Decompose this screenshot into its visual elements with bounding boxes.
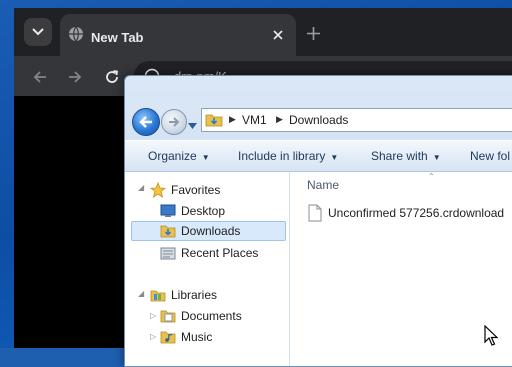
music-icon <box>159 329 177 345</box>
nav-music-label: Music <box>181 330 213 344</box>
explorer-window: ▶ VM1 ▶ Downloads Organize ▼ Include in l… <box>124 75 512 367</box>
nav-favorites[interactable]: Favorites <box>149 180 220 200</box>
close-tab-button[interactable] <box>268 25 288 45</box>
new-tab-button[interactable] <box>302 22 324 44</box>
explorer-back-button[interactable] <box>132 108 160 136</box>
nav-downloads[interactable]: Downloads <box>131 221 286 241</box>
nav-desktop-label: Desktop <box>181 204 226 218</box>
expand-arrow-icon[interactable]: ▷ <box>150 332 156 341</box>
tab-title: New Tab <box>91 30 144 45</box>
desktop-icon <box>159 203 177 219</box>
file-name: Unconfirmed 577256.crdownload <box>328 206 505 220</box>
include-in-library-button[interactable]: Include in library ▼ <box>238 149 338 163</box>
organize-label: Organize <box>148 149 197 163</box>
dropdown-caret-icon: ▼ <box>330 153 339 162</box>
nav-recent-places-label: Recent Places <box>181 246 259 260</box>
nav-favorites-label: Favorites <box>171 183 221 197</box>
dropdown-caret-icon: ▼ <box>201 153 210 162</box>
back-button[interactable] <box>29 66 51 88</box>
nav-libraries[interactable]: Libraries <box>149 285 217 305</box>
file-row[interactable]: Unconfirmed 577256.crdownload <box>307 203 504 223</box>
breadcrumb-separator-icon: ▶ <box>276 114 283 124</box>
reload-button[interactable] <box>101 66 123 88</box>
dropdown-caret-icon: ▼ <box>432 153 441 162</box>
mouse-cursor-icon <box>484 325 498 346</box>
nav-recent-places[interactable]: Recent Places <box>159 243 258 263</box>
nav-documents-label: Documents <box>181 309 242 323</box>
forward-button[interactable] <box>64 66 86 88</box>
close-icon <box>273 30 283 40</box>
explorer-address-bar[interactable]: ▶ VM1 ▶ Downloads <box>201 108 512 132</box>
reload-icon <box>106 70 119 83</box>
new-folder-button[interactable]: New fol <box>470 149 510 163</box>
name-column-header[interactable]: Name <box>307 178 339 192</box>
sort-ascending-icon: ⌃ <box>428 172 435 181</box>
command-bar: Organize ▼ Include in library ▼ Share with… <box>125 140 512 172</box>
tab-search-button[interactable] <box>24 18 52 46</box>
arrow-left-icon <box>139 116 152 128</box>
nav-downloads-label: Downloads <box>181 224 241 238</box>
include-in-library-label: Include in library <box>238 149 326 163</box>
libraries-icon <box>149 287 167 303</box>
folder-icon <box>205 114 223 127</box>
documents-icon <box>159 308 177 324</box>
expand-arrow-icon[interactable]: ▷ <box>150 311 156 320</box>
downloads-folder-icon <box>159 223 177 239</box>
chevron-down-icon <box>188 123 197 129</box>
organize-button[interactable]: Organize ▼ <box>148 149 210 163</box>
nav-desktop[interactable]: Desktop <box>159 201 225 221</box>
tab-strip: New Tab <box>14 8 512 56</box>
tab-new-tab[interactable]: New Tab <box>60 14 296 56</box>
plus-icon <box>306 26 320 40</box>
collapse-arrow-icon[interactable]: ◢ <box>138 289 144 298</box>
star-icon <box>149 182 167 198</box>
recent-places-icon <box>159 245 177 261</box>
arrow-right-icon <box>69 71 82 83</box>
navigation-pane: ◢ Favorites Desktop Downloads Recent Pla… <box>125 172 290 366</box>
nav-documents[interactable]: Documents <box>159 306 242 326</box>
collapse-arrow-icon[interactable]: ◢ <box>138 183 144 192</box>
chevron-down-icon <box>32 28 44 36</box>
new-folder-label: New fol <box>470 149 511 163</box>
share-with-button[interactable]: Share with ▼ <box>371 149 441 163</box>
arrow-left-icon <box>33 71 46 83</box>
explorer-forward-button[interactable] <box>161 109 187 135</box>
file-icon <box>308 204 322 222</box>
globe-icon <box>69 26 83 42</box>
nav-music[interactable]: Music <box>159 327 212 347</box>
breadcrumb-separator-icon: ▶ <box>229 114 236 124</box>
breadcrumb-downloads[interactable]: Downloads <box>289 113 348 127</box>
arrow-right-icon <box>169 117 180 127</box>
recent-pages-button[interactable] <box>188 116 197 134</box>
share-with-label: Share with <box>371 149 428 163</box>
breadcrumb-vm1[interactable]: VM1 <box>242 113 267 127</box>
nav-libraries-label: Libraries <box>171 288 218 302</box>
file-list-pane: ⌃ Name Unconfirmed 577256.crdownload <box>290 172 512 366</box>
